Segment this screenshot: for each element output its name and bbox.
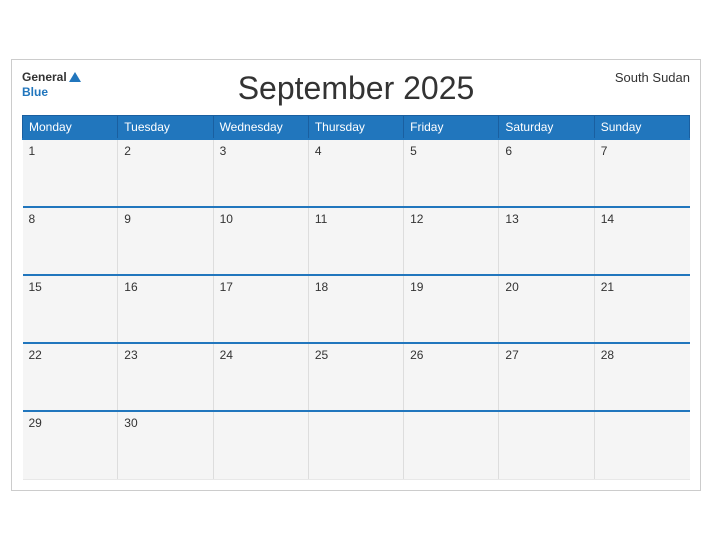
logo: General Blue [22, 70, 81, 99]
weekday-header-sunday: Sunday [594, 116, 689, 140]
day-cell-29: 29 [23, 411, 118, 479]
day-number: 22 [29, 348, 112, 362]
day-number: 7 [601, 144, 684, 158]
day-number: 2 [124, 144, 206, 158]
day-cell-12: 12 [404, 207, 499, 275]
day-cell-3: 3 [213, 139, 308, 207]
week-row-1: 1234567 [23, 139, 690, 207]
calendar-header: General Blue September 2025 South Sudan [22, 70, 690, 107]
day-cell-13: 13 [499, 207, 594, 275]
day-number: 16 [124, 280, 206, 294]
day-number: 21 [601, 280, 684, 294]
day-number: 18 [315, 280, 397, 294]
day-number: 5 [410, 144, 492, 158]
day-number: 10 [220, 212, 302, 226]
day-cell-24: 24 [213, 343, 308, 411]
day-number: 8 [29, 212, 112, 226]
week-row-3: 15 16 17 18 19 20 21 [23, 275, 690, 343]
weekday-header-friday: Friday [404, 116, 499, 140]
day-number: 28 [601, 348, 684, 362]
empty-day-cell [213, 411, 308, 479]
day-cell-5: 5 [404, 139, 499, 207]
day-cell-21: 21 [594, 275, 689, 343]
day-number: 3 [220, 144, 302, 158]
day-number: 13 [505, 212, 587, 226]
day-cell-2: 2 [118, 139, 213, 207]
empty-day-cell [308, 411, 403, 479]
day-cell-9: 9 [118, 207, 213, 275]
weekday-header-thursday: Thursday [308, 116, 403, 140]
week-row-2: 89 10 11 12 13 14 [23, 207, 690, 275]
day-cell-16: 16 [118, 275, 213, 343]
day-cell-8: 8 [23, 207, 118, 275]
weekday-header-row: MondayTuesdayWednesdayThursdayFridaySatu… [23, 116, 690, 140]
day-number: 20 [505, 280, 587, 294]
week-row-4: 22 23 24 25 26 27 28 [23, 343, 690, 411]
month-title: September 2025 [238, 70, 475, 107]
day-cell-1: 1 [23, 139, 118, 207]
day-cell-20: 20 [499, 275, 594, 343]
logo-triangle-icon [69, 72, 81, 82]
day-number: 14 [601, 212, 684, 226]
empty-day-cell [594, 411, 689, 479]
day-cell-10: 10 [213, 207, 308, 275]
day-number: 4 [315, 144, 397, 158]
day-cell-17: 17 [213, 275, 308, 343]
logo-blue-text: Blue [22, 85, 48, 99]
weekday-header-tuesday: Tuesday [118, 116, 213, 140]
day-cell-30: 30 [118, 411, 213, 479]
day-number: 30 [124, 416, 206, 430]
country-label: South Sudan [615, 70, 690, 85]
calendar-container: General Blue September 2025 South Sudan … [11, 59, 701, 491]
day-cell-11: 11 [308, 207, 403, 275]
day-cell-18: 18 [308, 275, 403, 343]
day-cell-7: 7 [594, 139, 689, 207]
weekday-header-monday: Monday [23, 116, 118, 140]
day-number: 17 [220, 280, 302, 294]
calendar-table: MondayTuesdayWednesdayThursdayFridaySatu… [22, 115, 690, 480]
day-cell-22: 22 [23, 343, 118, 411]
weekday-header-saturday: Saturday [499, 116, 594, 140]
week-row-5: 29 30 [23, 411, 690, 479]
day-number: 27 [505, 348, 587, 362]
day-number: 26 [410, 348, 492, 362]
day-number: 9 [124, 212, 206, 226]
day-number: 1 [29, 144, 112, 158]
empty-day-cell [404, 411, 499, 479]
weekday-header-wednesday: Wednesday [213, 116, 308, 140]
day-cell-6: 6 [499, 139, 594, 207]
day-number: 19 [410, 280, 492, 294]
day-number: 12 [410, 212, 492, 226]
day-number: 24 [220, 348, 302, 362]
day-cell-15: 15 [23, 275, 118, 343]
day-cell-27: 27 [499, 343, 594, 411]
day-cell-19: 19 [404, 275, 499, 343]
day-number: 23 [124, 348, 206, 362]
day-number: 15 [29, 280, 112, 294]
day-number: 6 [505, 144, 587, 158]
day-cell-25: 25 [308, 343, 403, 411]
day-cell-23: 23 [118, 343, 213, 411]
day-cell-4: 4 [308, 139, 403, 207]
day-number: 11 [315, 212, 397, 226]
empty-day-cell [499, 411, 594, 479]
logo-general-text: General [22, 70, 67, 84]
day-cell-28: 28 [594, 343, 689, 411]
day-number: 29 [29, 416, 112, 430]
day-cell-14: 14 [594, 207, 689, 275]
day-number: 25 [315, 348, 397, 362]
day-cell-26: 26 [404, 343, 499, 411]
